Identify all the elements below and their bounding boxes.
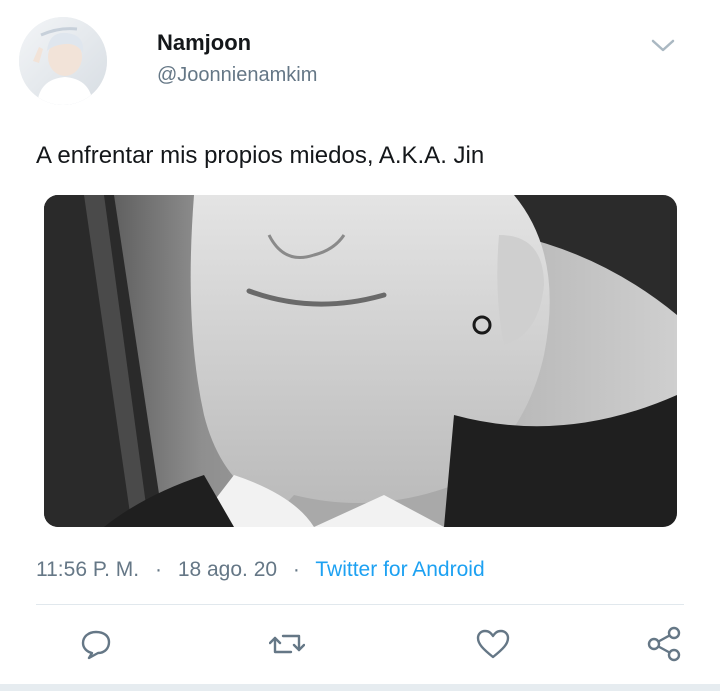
tweet-source-link[interactable]: Twitter for Android (315, 558, 484, 581)
meta-separator: · (154, 558, 162, 581)
retweet-icon[interactable] (268, 626, 306, 662)
divider (36, 604, 684, 605)
bottom-strip (0, 684, 720, 691)
comment-icon[interactable] (77, 626, 115, 662)
tweet-time: 11:56 P. M. (36, 558, 140, 581)
author-handle[interactable]: @Joonnienamkim (157, 64, 317, 87)
avatar-image (19, 17, 107, 105)
tweet-photo (44, 195, 677, 527)
tweet-media[interactable] (44, 195, 677, 527)
meta-separator: · (292, 558, 300, 581)
tweet-text: A enfrentar mis propios miedos, A.K.A. J… (36, 142, 485, 169)
avatar[interactable] (19, 17, 107, 105)
chevron-down-icon[interactable] (650, 38, 676, 54)
author-name[interactable]: Namjoon (157, 30, 251, 56)
tweet-date: 18 ago. 20 (177, 558, 278, 581)
tweet-meta: 11:56 P. M. · 18 ago. 20 · Twitter for A… (36, 558, 485, 582)
heart-icon[interactable] (474, 626, 512, 662)
share-icon[interactable] (645, 626, 683, 662)
